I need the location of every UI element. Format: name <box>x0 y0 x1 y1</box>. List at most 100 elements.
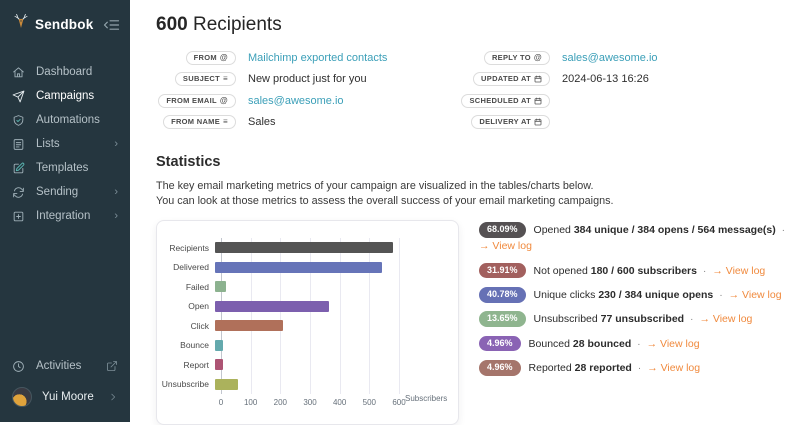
user-avatar <box>12 387 32 407</box>
sidebar-item-lists[interactable]: Lists › <box>0 132 130 156</box>
statistics-content: RecipientsDeliveredFailedOpenClickBounce… <box>156 220 800 425</box>
statistics-heading: Statistics <box>156 154 800 170</box>
chart-bar-open <box>215 301 329 312</box>
arrow-right-icon: → <box>712 265 725 277</box>
sidebar-item-templates[interactable]: Templates <box>0 156 130 180</box>
metric-separator: · <box>700 265 709 277</box>
metric-row-reported: 4.96%Reported 28 reported · → View log <box>479 360 795 376</box>
details-right-column: REPLY TO@ sales@awesome.io UPDATED AT 2024-… <box>478 50 658 136</box>
chart-category-label: Failed <box>161 282 215 292</box>
field-value[interactable]: sales@awesome.io <box>562 52 658 64</box>
deer-logo-icon <box>12 13 30 36</box>
field-label-pill: FROM EMAIL@ <box>158 94 236 108</box>
sidebar-item-dashboard[interactable]: Dashboard <box>0 60 130 84</box>
chart-bar-click <box>215 320 283 331</box>
metric-value: 230 / 384 unique opens <box>598 289 713 301</box>
field-pill-wrap: UPDATED AT <box>478 72 550 86</box>
metric-text: Unique clicks <box>534 289 599 301</box>
metric-text: Opened <box>534 224 574 236</box>
chart-row-bounce: Bounce <box>161 336 450 356</box>
sidebar-item-label: Automations <box>36 114 100 126</box>
sidebar-item-sending[interactable]: Sending› <box>0 180 130 204</box>
metric-percentage-badge: 4.96% <box>479 360 521 376</box>
sidebar-item-label: Campaigns <box>36 90 94 102</box>
field-value[interactable]: sales@awesome.io <box>248 95 344 107</box>
arrow-right-icon: → <box>647 338 660 350</box>
field-pill-wrap: FROM NAME≡ <box>156 115 236 129</box>
field-label-pill: FROM NAME≡ <box>163 115 236 129</box>
metric-percentage-badge: 40.78% <box>479 287 526 303</box>
view-log-link[interactable]: View log <box>661 362 701 374</box>
metric-row-opened: 68.09%Opened 384 unique / 384 opens / 56… <box>479 222 795 255</box>
metric-value: 28 reported <box>575 362 632 374</box>
chart-row-delivered: Delivered <box>161 258 450 278</box>
app-logo: Sendbok <box>0 0 130 44</box>
chart-x-tick-label: 100 <box>244 398 257 407</box>
arrow-right-icon: → <box>699 313 712 325</box>
field-row-from-name: FROM NAME≡Sales <box>156 115 478 130</box>
view-log-link[interactable]: View log <box>726 265 766 277</box>
field-value[interactable]: Mailchimp exported contacts <box>248 52 387 64</box>
chart-bar-recipients <box>215 242 393 253</box>
chart-bar-unsubscribe <box>215 379 238 390</box>
chart-row-failed: Failed <box>161 277 450 297</box>
campaign-details: FROM@ Mailchimp exported contacts SUBJECT≡… <box>156 50 800 136</box>
chart-bar-track <box>215 316 393 336</box>
statistics-description: The key email marketing metrics of your … <box>156 179 800 209</box>
chart-row-open: Open <box>161 297 450 317</box>
field-label-pill: REPLY TO@ <box>484 51 550 65</box>
sidebar-item-label: Dashboard <box>36 66 92 78</box>
sidebar-item-campaigns[interactable]: Campaigns <box>0 84 130 108</box>
metric-percentage-badge: 13.65% <box>479 311 526 327</box>
main-content: 600 Recipients FROM@ Mailchimp exported c… <box>130 0 800 422</box>
text-icon: ≡ <box>223 118 228 126</box>
sidebar-footer: Activities Yui Moore <box>0 352 130 422</box>
clock-icon <box>12 359 26 373</box>
chart-category-label: Click <box>161 321 215 331</box>
metric-separator: · <box>634 338 643 350</box>
subscribers-bar-chart: RecipientsDeliveredFailedOpenClickBounce… <box>156 220 459 425</box>
external-link-icon[interactable] <box>106 360 118 372</box>
chart-x-tick-label: 500 <box>363 398 376 407</box>
field-label-pill: SCHEDULED AT <box>461 94 550 108</box>
calendar-icon <box>534 118 542 126</box>
sidebar-user[interactable]: Yui Moore <box>0 380 130 414</box>
field-row-subject: SUBJECT≡New product just for you <box>156 72 478 87</box>
field-row-reply-to: REPLY TO@ sales@awesome.io <box>478 50 658 65</box>
sidebar-item-label: Lists <box>36 138 60 150</box>
field-row-from: FROM@ Mailchimp exported contacts <box>156 50 478 65</box>
recipients-count: 600 <box>156 14 188 35</box>
metric-separator: · <box>779 224 785 236</box>
sidebar-item-automations[interactable]: Automations <box>0 108 130 132</box>
metric-value: 77 unsubscribed <box>601 313 684 325</box>
field-value: 2024-06-13 16:26 <box>562 73 649 85</box>
metric-percentage-badge: 4.96% <box>479 336 521 352</box>
metric-value: 384 unique / 384 opens / 564 message(s) <box>574 224 776 236</box>
arrow-right-icon: → <box>729 289 742 301</box>
field-row-scheduled-at: SCHEDULED AT <box>478 93 658 108</box>
sidebar-item-label: Templates <box>36 162 88 174</box>
metric-separator: · <box>635 362 644 374</box>
field-pill-wrap: FROM EMAIL@ <box>156 94 236 108</box>
chart-bar-delivered <box>215 262 382 273</box>
field-pill-wrap: FROM@ <box>156 51 236 65</box>
calendar-icon <box>534 97 542 105</box>
field-label: FROM EMAIL <box>166 97 217 105</box>
chart-bar-report <box>215 359 223 370</box>
page-title: 600 Recipients <box>156 14 800 36</box>
chart-bar-failed <box>215 281 226 292</box>
view-log-link[interactable]: View log <box>742 289 782 301</box>
field-row-updated-at: UPDATED AT 2024-06-13 16:26 <box>478 72 658 87</box>
view-log-link[interactable]: View log <box>492 240 532 252</box>
chart-bar-track <box>215 277 393 297</box>
field-label-pill: SUBJECT≡ <box>175 72 236 86</box>
at-icon: @ <box>220 54 228 62</box>
sidebar-item-integration[interactable]: Integration› <box>0 204 130 228</box>
chevron-right-icon: › <box>114 139 118 150</box>
sidebar-collapse-icon[interactable] <box>103 18 120 32</box>
view-log-link[interactable]: View log <box>660 338 700 350</box>
chart-category-label: Bounce <box>161 340 215 350</box>
view-log-link[interactable]: View log <box>713 313 753 325</box>
sidebar-item-activities[interactable]: Activities <box>0 352 130 380</box>
sidebar-item-label: Sending <box>36 186 78 198</box>
